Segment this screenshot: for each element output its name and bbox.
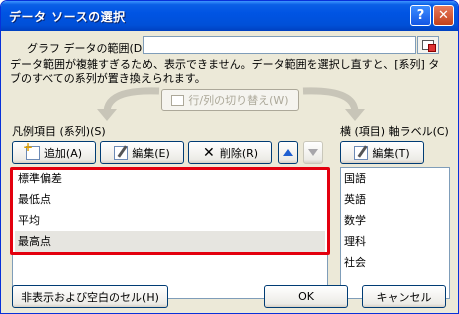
- close-button[interactable]: ✕: [433, 5, 454, 26]
- add-icon: [23, 140, 40, 160]
- edit-axis-label: 編集(T): [372, 146, 410, 160]
- axis-item[interactable]: 英語: [341, 189, 449, 210]
- left-curve-arrow-icon: [97, 87, 160, 121]
- ok-button[interactable]: OK: [264, 285, 348, 308]
- hidden-empty-cells-button[interactable]: 非表示および空白のセル(H): [12, 285, 168, 308]
- axis-item[interactable]: 数学: [341, 210, 449, 231]
- switch-row-column-button[interactable]: 行/列の切り替え(W): [161, 89, 299, 111]
- series-item[interactable]: 標準偏差: [15, 168, 325, 189]
- range-select-button[interactable]: [417, 36, 439, 54]
- axis-labels-label: 横 (項目) 軸ラベル(C): [340, 125, 449, 138]
- dialog-window: データ ソースの選択 ? ✕ グラフ データの範囲(D): データ範囲が複雑すぎ…: [0, 0, 459, 314]
- axis-item[interactable]: 理科: [341, 231, 449, 252]
- ok-label: OK: [298, 290, 314, 303]
- hidden-empty-cells-label: 非表示および空白のセル(H): [21, 290, 159, 304]
- move-down-button[interactable]: [303, 141, 323, 164]
- cancel-button[interactable]: キャンセル: [362, 285, 446, 308]
- title-bar[interactable]: データ ソースの選択 ? ✕: [1, 1, 458, 31]
- add-series-label: 追加(A): [43, 146, 83, 160]
- series-item[interactable]: 最低点: [15, 189, 325, 210]
- axis-labels-list[interactable]: 国語 英語 数学 理科 社会: [340, 167, 450, 299]
- legend-entries-label: 凡例項目 (系列)(S): [12, 125, 106, 138]
- window-title: データ ソースの選択: [9, 10, 126, 24]
- chart-range-input[interactable]: [143, 36, 416, 54]
- right-curve-arrow-icon: [302, 87, 365, 121]
- edit-axis-button[interactable]: 編集(T): [340, 141, 424, 164]
- help-button[interactable]: ?: [410, 5, 431, 26]
- edit-icon: [114, 145, 129, 160]
- series-list[interactable]: 標準偏差 最低点 平均 最高点: [12, 167, 328, 299]
- move-up-button[interactable]: [278, 141, 298, 164]
- delete-icon: ✕: [203, 144, 215, 161]
- dialog-content: グラフ データの範囲(D): データ範囲が複雑すぎるため、表示できません。データ…: [1, 31, 458, 313]
- axis-item[interactable]: 国語: [341, 168, 449, 189]
- switch-button-label: 行/列の切り替え(W): [188, 94, 289, 107]
- series-item[interactable]: 平均: [15, 210, 325, 231]
- series-item-selected[interactable]: 最高点: [15, 231, 325, 252]
- cancel-label: キャンセル: [376, 290, 432, 304]
- edit-series-button[interactable]: 編集(E): [100, 141, 184, 164]
- edit-axis-icon: [354, 145, 369, 160]
- chart-range-label: グラフ データの範囲(D):: [27, 42, 151, 55]
- add-series-button[interactable]: 追加(A): [12, 140, 96, 164]
- arrow-down-icon: [308, 149, 318, 156]
- arrow-up-icon: [283, 149, 293, 156]
- switch-icon: [171, 94, 185, 106]
- edit-series-label: 編集(E): [132, 146, 170, 160]
- axis-item[interactable]: 社会: [341, 252, 449, 273]
- info-message: データ範囲が複雑すぎるため、表示できません。データ範囲を選択し直すと、[系列] …: [10, 58, 440, 85]
- range-select-icon: [422, 40, 436, 52]
- delete-series-button[interactable]: ✕ 削除(R): [188, 141, 272, 164]
- delete-series-label: 削除(R): [219, 146, 259, 160]
